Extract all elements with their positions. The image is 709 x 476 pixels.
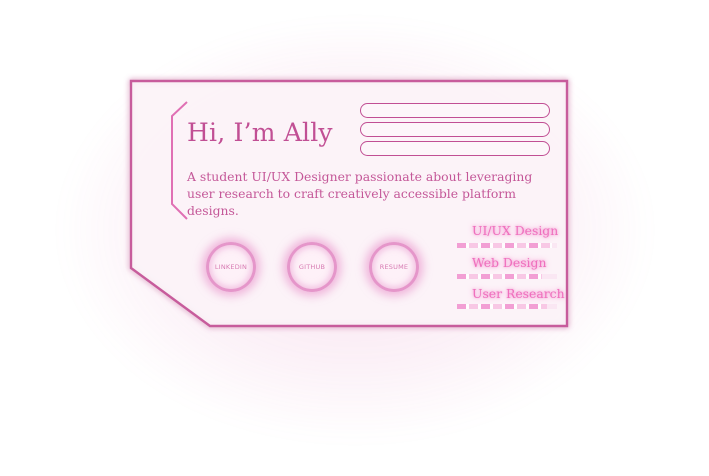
- linkedin-button[interactable]: LINKEDIN: [206, 242, 256, 292]
- bio-text: A student UI/UX Designer passionate abou…: [187, 169, 533, 218]
- skill-bar-web: [457, 274, 557, 279]
- skill-fill-uiux: [457, 243, 552, 248]
- skill-bar-research: [457, 304, 557, 309]
- skill-fill-web: [457, 274, 542, 279]
- skill-label-uiux: UI/UX Design: [472, 223, 559, 238]
- nav-pill-2[interactable]: [360, 122, 550, 137]
- github-button[interactable]: GITHUB: [287, 242, 337, 292]
- nav-pill-1[interactable]: [360, 103, 550, 118]
- profile-card-frame: [129, 79, 569, 328]
- skill-label-web: Web Design: [472, 255, 547, 270]
- skill-label-research: User Research: [472, 286, 565, 301]
- skill-fill-research: [457, 304, 547, 309]
- page-title: Hi, I’m Ally: [187, 118, 333, 147]
- nav-pill-3[interactable]: [360, 141, 550, 156]
- skill-bar-uiux: [457, 243, 557, 248]
- resume-button[interactable]: RESUME: [369, 242, 419, 292]
